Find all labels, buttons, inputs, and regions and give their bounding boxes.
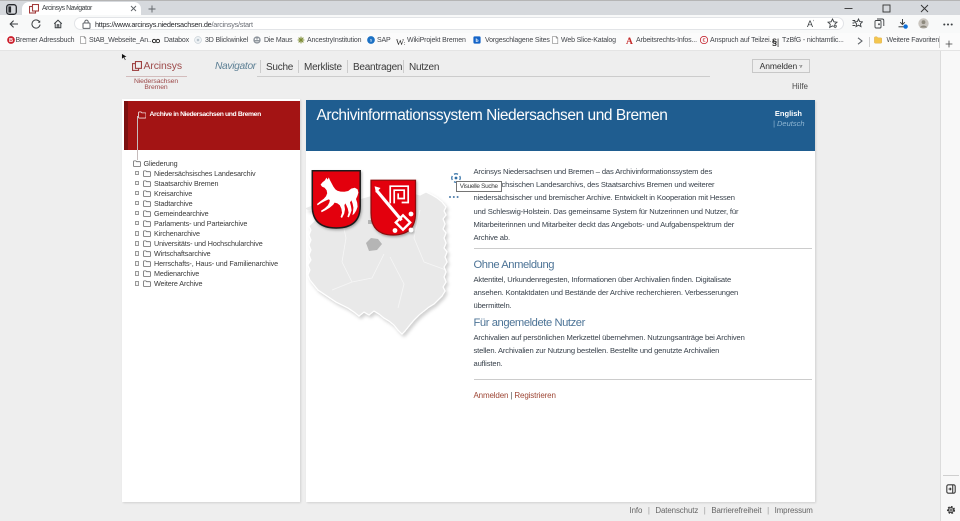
svg-text:€: € xyxy=(702,38,705,44)
svg-text:b: b xyxy=(475,38,478,44)
svg-text:B: B xyxy=(9,38,13,44)
